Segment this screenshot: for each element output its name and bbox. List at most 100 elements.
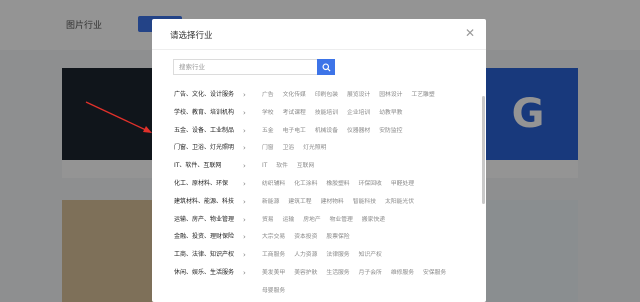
subcategory-list: 五金 电子电工 机械设备 仪器器材 安防监控 [262,124,411,138]
category-label[interactable]: 休闲、娱乐、生活服务 [174,266,250,280]
search-input[interactable] [173,59,317,75]
subcategory-item[interactable]: 工商服务 [262,248,285,262]
subcategory-item[interactable]: 考试课程 [283,106,306,120]
subcategory-item[interactable]: 建材物料 [321,195,344,209]
subcategory-item[interactable]: 印刷包装 [315,88,338,102]
subcategory-item[interactable]: 甲醛处理 [391,177,414,191]
category-row: 门窗、卫浴、灯光照明 › 门窗 卫浴 灯光照明 [152,141,486,155]
subcategory-item[interactable]: 物业管理 [330,213,353,227]
subcategory-list: 母婴服务 [262,284,294,298]
chevron-right-icon: › [243,251,246,260]
subcategory-item[interactable]: 大宗交易 [262,230,285,244]
category-row: 学校、教育、培训机构 › 学校 考试课程 技能培训 企业培训 幼教早教 [152,106,486,120]
subcategory-item[interactable]: 化工涂料 [294,177,317,191]
category-row: 广告、文化、设计服务 › 广告 文化传媒 印刷包装 展览设计 园林设计 工艺雕塑 [152,88,486,102]
subcategory-item[interactable]: 门窗 [262,141,274,155]
subcategory-item[interactable]: 卫浴 [283,141,295,155]
subcategory-item[interactable]: 建筑工程 [288,195,311,209]
category-row: 休闲、娱乐、生活服务 › 美发美甲 美容护肤 生活服务 月子会所 维修服务 安保服务 [152,266,486,280]
category-row: 化工、原材料、环保 › 纺织辅料 化工涂料 橡胶塑料 环保回收 甲醛处理 [152,177,486,191]
subcategory-item[interactable]: 智能科技 [353,195,376,209]
subcategory-item[interactable]: 美容护肤 [294,266,317,280]
subcategory-item[interactable]: 纺织辅料 [262,177,285,191]
dialog-title: 请选择行业 [170,31,213,41]
subcategory-item[interactable]: 维修服务 [391,266,414,280]
subcategory-item[interactable]: 美发美甲 [262,266,285,280]
subcategory-item[interactable]: 仪器器材 [347,124,370,138]
category-label[interactable]: 化工、原材料、环保 [174,177,250,191]
subcategory-item[interactable]: 橡胶塑料 [326,177,349,191]
subcategory-item[interactable]: 房地产 [303,213,320,227]
subcategory-item[interactable]: 机械设备 [315,124,338,138]
chevron-right-icon: › [243,144,246,153]
category-row: 运输、房产、物业管理 › 贸易 运输 房地产 物业管理 搬家快递 [152,213,486,227]
subcategory-item[interactable]: 安防监控 [379,124,402,138]
subcategory-item[interactable]: 学校 [262,106,274,120]
category-label[interactable]: 建筑材料、能源、科技 [174,195,250,209]
subcategory-item[interactable]: 股票保险 [326,230,349,244]
subcategory-item[interactable]: 贸易 [262,213,274,227]
subcategory-item[interactable]: 母婴服务 [262,284,285,298]
subcategory-item[interactable]: 环保回收 [359,177,382,191]
subcategory-item[interactable]: 软件 [276,159,288,173]
subcategory-item[interactable]: 资本投资 [294,230,317,244]
subcategory-item[interactable]: 广告 [262,88,274,102]
subcategory-item[interactable]: 知识产权 [359,248,382,262]
subcategory-list: 美发美甲 美容护肤 生活服务 月子会所 维修服务 安保服务 [262,266,455,280]
subcategory-item[interactable]: 人力资源 [294,248,317,262]
subcategory-list: 纺织辅料 化工涂料 橡胶塑料 环保回收 甲醛处理 [262,177,423,191]
subcategory-list: 门窗 卫浴 灯光照明 [262,141,335,155]
category-label[interactable]: 门窗、卫浴、灯光照明 [174,141,250,155]
chevron-right-icon: › [243,233,246,242]
search-bar [173,59,339,75]
subcategory-list: 贸易 运输 房地产 物业管理 搬家快递 [262,213,394,227]
category-label[interactable]: 金融、投资、理财保险 [174,230,250,244]
category-label[interactable]: 广告、文化、设计服务 [174,88,250,102]
subcategory-item[interactable]: IT [262,159,267,173]
category-label[interactable]: 学校、教育、培训机构 [174,106,250,120]
category-row: IT、软件、互联网 › IT 软件 互联网 [152,159,486,173]
subcategory-list: 工商服务 人力资源 法律服务 知识产权 [262,248,391,262]
subcategory-list: 新能源 建筑工程 建材物料 智能科技 太阳能光伏 [262,195,423,209]
close-icon[interactable]: ✕ [464,27,476,39]
subcategory-item[interactable]: 安保服务 [423,266,446,280]
subcategory-item[interactable]: 搬家快递 [362,213,385,227]
subcategory-item[interactable]: 生活服务 [326,266,349,280]
subcategory-item[interactable]: 展览设计 [347,88,370,102]
category-label[interactable]: 工商、法律、知识产权 [174,248,250,262]
chevron-right-icon: › [243,180,246,188]
search-button[interactable] [317,59,335,75]
divider [152,49,486,50]
chevron-right-icon: › [243,162,246,171]
chevron-right-icon: › [243,126,246,135]
search-icon [321,62,331,72]
subcategory-item[interactable]: 太阳能光伏 [385,195,414,209]
scrollbar[interactable] [482,96,485,204]
subcategory-item[interactable]: 互联网 [297,159,314,173]
subcategory-item[interactable]: 运输 [283,213,295,227]
chevron-right-icon: › [243,91,246,99]
subcategory-item[interactable]: 五金 [262,124,274,138]
subcategory-item[interactable]: 灯光照明 [303,141,326,155]
subcategory-item[interactable]: 电子电工 [283,124,306,138]
subcategory-item[interactable]: 企业培训 [347,106,370,120]
category-label[interactable]: IT、软件、互联网 [174,159,250,173]
category-row: 五金、设备、工业制品 › 五金 电子电工 机械设备 仪器器材 安防监控 [152,124,486,138]
chevron-right-icon: › [243,215,246,224]
subcategory-item[interactable]: 工艺雕塑 [411,88,434,102]
subcategory-item[interactable]: 幼教早教 [379,106,402,120]
subcategory-list: 广告 文化传媒 印刷包装 展览设计 园林设计 工艺雕塑 [262,88,444,102]
category-row: 建筑材料、能源、科技 › 新能源 建筑工程 建材物料 智能科技 太阳能光伏 [152,195,486,209]
subcategory-item[interactable]: 月子会所 [359,266,382,280]
subcategory-item[interactable]: 法律服务 [326,248,349,262]
category-label[interactable]: 五金、设备、工业制品 [174,124,250,138]
subcategory-list: 学校 考试课程 技能培训 企业培训 幼教早教 [262,106,411,120]
subcategory-item[interactable]: 新能源 [262,195,279,209]
category-label[interactable]: 运输、房产、物业管理 [174,213,250,227]
subcategory-item[interactable]: 园林设计 [379,88,402,102]
chevron-right-icon: › [243,197,246,206]
subcategory-item[interactable]: 文化传媒 [283,88,306,102]
subcategory-item[interactable]: 技能培训 [315,106,338,120]
industry-select-dialog: 请选择行业 ✕ 广告、文化、设计服务›广告文化传媒印刷包装展览设计园林设计工艺雕… [152,19,486,302]
subcategory-list: 大宗交易 资本投资 股票保险 [262,230,359,244]
